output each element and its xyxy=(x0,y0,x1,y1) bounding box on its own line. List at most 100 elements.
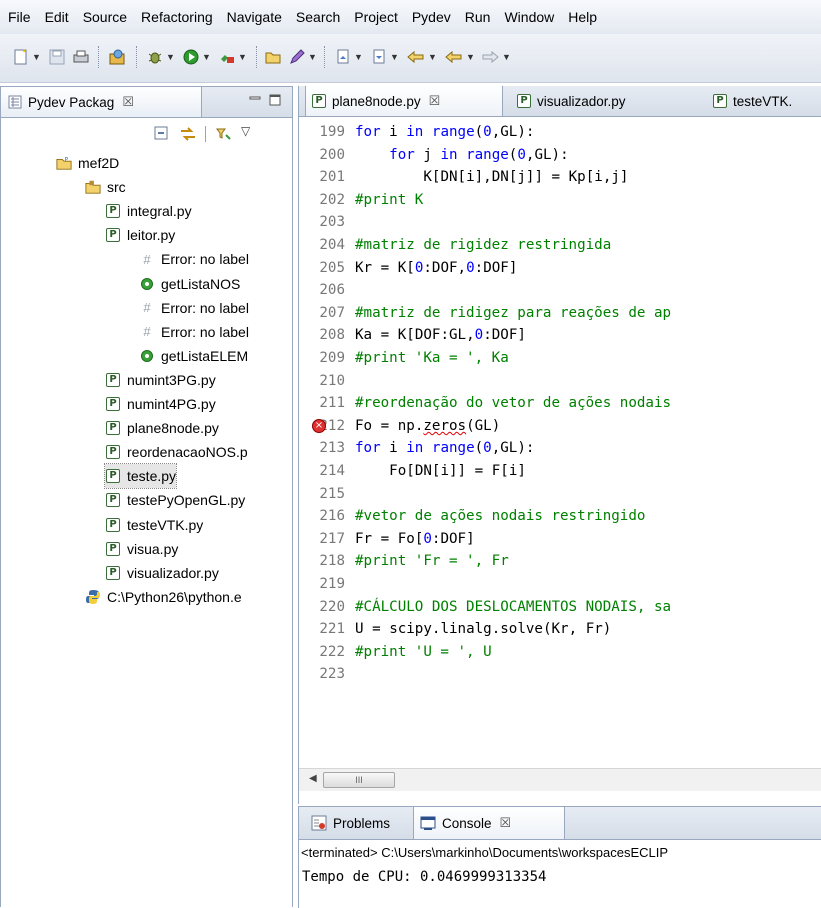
menu-item-navigate[interactable]: Navigate xyxy=(220,0,289,34)
line-number: 210 xyxy=(319,372,345,389)
print-button[interactable] xyxy=(72,46,90,68)
pencil-icon xyxy=(290,49,305,64)
tree-item[interactable]: getListaNOS xyxy=(139,272,240,296)
tree-item[interactable]: PtesteVTK.py xyxy=(105,513,203,537)
menu-item-run[interactable]: Run xyxy=(458,0,498,34)
code-text: #print 'U = ', U xyxy=(355,643,492,660)
tree-item[interactable]: getListaELEM xyxy=(139,344,248,368)
toolbar-separator xyxy=(324,46,326,68)
menu-item-edit[interactable]: Edit xyxy=(38,0,76,34)
scrollbar-thumb[interactable]: III xyxy=(323,772,395,788)
code-text: Kr = K[0:DOF,0:DOF] xyxy=(355,259,518,276)
project-icon: P xyxy=(56,155,72,171)
tree-item[interactable]: Pleitor.py xyxy=(105,223,175,247)
save-button[interactable] xyxy=(48,46,66,68)
menu-item-refactoring[interactable]: Refactoring xyxy=(134,0,220,34)
menu-item-project[interactable]: Project xyxy=(347,0,405,34)
tab-testevtk[interactable]: PtesteVTK. xyxy=(707,86,821,116)
line-number: 208 xyxy=(319,327,345,344)
tree-item[interactable]: C:\Python26\python.e xyxy=(85,585,242,609)
last-edit-button[interactable]: ▼ xyxy=(406,46,437,68)
line-number: 206 xyxy=(319,282,345,299)
tree-item[interactable]: PreordenacaoNOS.p xyxy=(105,440,248,464)
tree-item[interactable]: Pvisualizador.py xyxy=(105,561,219,585)
new-file-icon xyxy=(14,49,27,65)
tab-problems[interactable]: Problems xyxy=(305,807,409,839)
open-perspective-button[interactable] xyxy=(108,46,126,68)
tree-item[interactable]: Pnumint4PG.py xyxy=(105,392,216,416)
code-line: 210 xyxy=(299,370,819,393)
tree-item-label: leitor.py xyxy=(127,227,176,244)
code-text: #CÁLCULO DOS DESLOCAMENTOS NODAIS, sa xyxy=(355,598,672,615)
tree-item[interactable]: # Error: no label xyxy=(139,296,249,320)
tree-item-label: mef2D xyxy=(78,155,120,171)
tree-item[interactable]: Pteste.py xyxy=(103,463,178,490)
last-edit-icon xyxy=(407,50,424,64)
line-number: 218 xyxy=(319,553,345,570)
tree-item[interactable]: # Error: no label xyxy=(139,320,249,344)
tree-item[interactable]: Pvisua.py xyxy=(105,537,178,561)
tree-item-label: src xyxy=(107,179,126,196)
bug-icon xyxy=(148,52,162,64)
tree-item[interactable]: # Error: no label xyxy=(139,247,249,271)
code-line: 203 xyxy=(299,211,819,234)
external-tools-button[interactable]: ▼ xyxy=(218,46,247,68)
code-text: Ka = K[DOF:GL,0:DOF] xyxy=(355,327,526,344)
menu-item-file[interactable]: File xyxy=(0,0,38,34)
package-explorer-tabstrip: Pydev Packag ☒ xyxy=(1,87,292,118)
menu-item-source[interactable]: Source xyxy=(76,0,134,34)
horizontal-scrollbar[interactable]: ◀ III xyxy=(299,768,821,791)
code-line: 200 for j in range(0,GL): xyxy=(299,144,819,167)
new-file-button[interactable]: ▼ xyxy=(12,46,41,68)
tab-visualizador[interactable]: Pvisualizador.py xyxy=(511,86,695,116)
close-tab-icon[interactable]: ☒ xyxy=(122,94,134,110)
code-text: #reordenação do vetor de ações nodais xyxy=(355,395,672,412)
menu-item-help[interactable]: Help xyxy=(561,0,604,34)
error-icon[interactable]: × xyxy=(312,418,326,433)
code-text: Fr = Fo[0:DOF] xyxy=(355,530,475,547)
minimize-icon[interactable] xyxy=(249,93,261,105)
tree-item[interactable]: Pmef2D xyxy=(56,151,119,175)
maximize-icon[interactable] xyxy=(269,93,281,106)
edit-tool-button[interactable]: ▼ xyxy=(288,46,317,68)
run-button[interactable]: ▼ xyxy=(182,46,211,68)
tree-item[interactable]: Pnumint3PG.py xyxy=(105,368,216,392)
package-explorer-icon xyxy=(8,95,22,109)
tab-label: visualizador.py xyxy=(537,93,626,109)
console-output: Tempo de CPU: 0.0469999313354 xyxy=(302,869,547,885)
tree-item-label: getListaELEM xyxy=(161,347,249,364)
code-line: 201 K[DN[i],DN[j]] = Kp[i,j] xyxy=(299,166,819,189)
filter-icon[interactable] xyxy=(215,126,233,145)
tree-item[interactable]: src xyxy=(85,175,126,199)
tab-plane8node[interactable]: Pplane8node.py ☒ xyxy=(305,86,503,116)
prev-annotation-button[interactable]: ▼ xyxy=(370,46,399,68)
link-with-editor-icon[interactable] xyxy=(179,126,197,145)
close-tab-icon[interactable]: ☒ xyxy=(429,93,441,109)
collapse-all-icon[interactable] xyxy=(154,126,170,145)
tree-item[interactable]: PtestePyOpenGL.py xyxy=(105,488,245,512)
tree-item[interactable]: Pplane8node.py xyxy=(105,416,219,440)
code-line: 207 #matriz de ridigez para reações de ap xyxy=(299,302,819,325)
tree-item[interactable]: Pintegral.py xyxy=(105,199,192,223)
menu-item-window[interactable]: Window xyxy=(497,0,561,34)
code-text: K[DN[i],DN[j]] = Kp[i,j] xyxy=(423,169,629,186)
menu-item-search[interactable]: Search xyxy=(289,0,347,34)
folder-open-icon xyxy=(265,52,281,64)
tree-item-label: testeVTK.py xyxy=(127,516,204,533)
next-annotation-button[interactable]: ▼ xyxy=(334,46,363,68)
tab-pydev-package-explorer[interactable]: Pydev Packag ☒ xyxy=(1,87,202,117)
scroll-left-icon[interactable]: ◀ xyxy=(309,773,317,784)
close-tab-icon[interactable]: ☒ xyxy=(500,815,512,831)
python-file-icon: P xyxy=(713,94,727,108)
tab-console[interactable]: Console ☒ xyxy=(413,807,565,839)
line-number: 202 xyxy=(319,191,345,208)
back-button[interactable]: ▼ xyxy=(444,46,475,68)
debug-button[interactable]: ▼ xyxy=(146,46,175,68)
menu-item-pydev[interactable]: Pydev xyxy=(405,0,458,34)
open-folder-button[interactable] xyxy=(264,46,282,68)
code-editor[interactable]: 199 for i in range(0,GL): 200 for j in ran… xyxy=(299,117,821,768)
forward-button[interactable]: ▼ xyxy=(480,46,511,68)
view-menu-icon[interactable]: ▽ xyxy=(241,124,250,138)
console-panel: Problems Console ☒ <terminated> C:\Users\m… xyxy=(298,806,821,908)
code-line: 221 U = scipy.linalg.solve(Kr, Fr) xyxy=(299,618,819,641)
